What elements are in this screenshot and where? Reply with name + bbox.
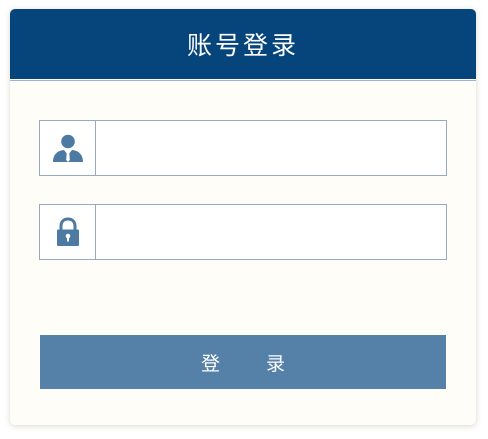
login-header: 账号登录 — [10, 9, 476, 80]
user-icon — [52, 134, 83, 162]
login-button[interactable]: 登 录 — [40, 335, 446, 389]
username-input[interactable] — [96, 121, 446, 175]
username-field[interactable] — [39, 120, 447, 176]
password-field[interactable] — [39, 204, 447, 260]
username-icon-box — [40, 121, 96, 175]
login-card: 账号登录 登 录 — [10, 9, 476, 425]
lock-icon — [56, 217, 79, 246]
password-icon-box — [40, 205, 96, 259]
login-title: 账号登录 — [186, 31, 299, 60]
password-input[interactable] — [96, 205, 446, 259]
